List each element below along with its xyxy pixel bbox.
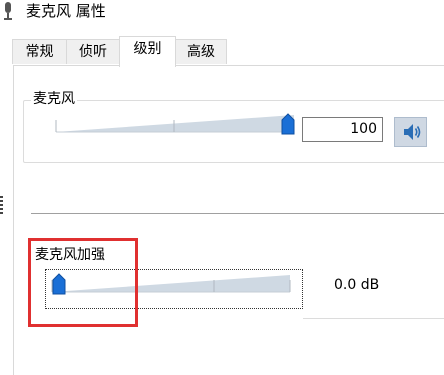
slider-track: [56, 115, 294, 132]
microphone-icon: [4, 2, 12, 20]
boost-bottom-line: [303, 318, 444, 319]
boost-value: 0.0 dB: [334, 277, 380, 293]
window-edge-mark: [0, 196, 3, 214]
tab-levels[interactable]: 级别: [119, 36, 176, 67]
tab-listen[interactable]: 侦听: [66, 39, 120, 64]
speaker-icon: [404, 124, 421, 140]
tab-strip: 常规 侦听 级别 高级: [0, 36, 444, 67]
microphone-level-slider[interactable]: [54, 112, 298, 140]
tab-general[interactable]: 常规: [12, 39, 67, 64]
microphone-label: 麦克风: [31, 89, 77, 109]
section-divider: [31, 213, 444, 214]
title-bar: 麦克风 属性: [0, 0, 444, 28]
highlight-box: [28, 238, 138, 327]
mute-button[interactable]: [394, 117, 427, 147]
microphone-level-input[interactable]: 100: [302, 117, 383, 142]
window-title: 麦克风 属性: [26, 2, 106, 20]
tab-advanced[interactable]: 高级: [175, 39, 227, 64]
